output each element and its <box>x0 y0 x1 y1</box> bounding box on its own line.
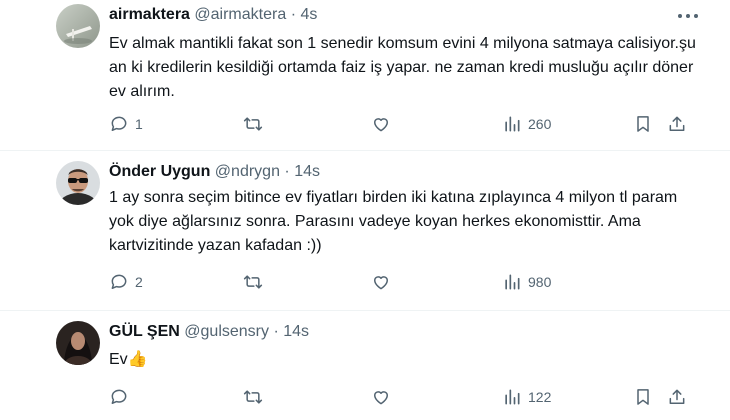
views-icon <box>505 274 520 290</box>
tweet[interactable]: GÜL ŞEN @gulsensry · 14s Ev👍 122 <box>0 311 730 420</box>
like-button[interactable] <box>371 270 397 294</box>
tweet[interactable]: Önder Uygun @ndrygn · 14s 1 ay sonra seç… <box>0 151 730 310</box>
tweet-header: GÜL ŞEN @gulsensry · 14s <box>109 321 309 343</box>
views-count: 260 <box>528 116 552 132</box>
share-icon <box>669 389 685 404</box>
action-bar: 1 260 <box>109 112 699 136</box>
reply-button[interactable] <box>109 385 135 409</box>
bookmark-button[interactable] <box>633 112 653 136</box>
views-button[interactable]: 980 <box>502 270 551 294</box>
retweet-icon <box>243 275 263 289</box>
bookmark-button[interactable] <box>633 385 653 409</box>
views-count: 980 <box>528 274 552 290</box>
retweet-icon <box>243 390 263 404</box>
display-name[interactable]: GÜL ŞEN <box>109 323 180 340</box>
reply-count: 1 <box>135 116 143 132</box>
timestamp[interactable]: 14s <box>283 323 309 340</box>
dot-separator: · <box>273 323 279 340</box>
reply-button[interactable]: 2 <box>109 270 143 294</box>
views-icon <box>505 116 520 132</box>
retweet-button[interactable] <box>243 112 269 136</box>
tweet-header: Önder Uygun @ndrygn · 14s <box>109 161 320 183</box>
avatar[interactable] <box>56 161 100 205</box>
share-icon <box>669 116 685 131</box>
retweet-button[interactable] <box>243 385 269 409</box>
tweet[interactable]: airmaktera @airmaktera · 4s Ev almak man… <box>0 0 730 150</box>
heart-icon <box>374 118 388 132</box>
bookmark-icon <box>637 116 649 132</box>
reply-count: 2 <box>135 274 143 290</box>
tweet-text: Ev👍 <box>109 351 148 368</box>
heart-icon <box>374 391 388 405</box>
retweet-button[interactable] <box>243 270 269 294</box>
like-button[interactable] <box>371 112 397 136</box>
tweet-header: airmaktera @airmaktera · 4s <box>109 4 317 26</box>
tweet-text: 1 ay sonra seçim bitince ev fiyatları bi… <box>109 189 678 254</box>
timestamp[interactable]: 4s <box>300 6 317 23</box>
views-button[interactable]: 122 <box>502 385 551 409</box>
tweet-text: Ev almak mantikli fakat son 1 senedir ko… <box>109 35 696 100</box>
bookmark-icon <box>637 389 649 405</box>
views-icon <box>505 389 520 405</box>
reply-icon <box>111 274 127 289</box>
reply-icon <box>111 116 127 131</box>
avatar[interactable] <box>56 4 100 48</box>
views-count: 122 <box>528 389 552 405</box>
share-button[interactable] <box>667 112 687 136</box>
display-name[interactable]: Önder Uygun <box>109 163 210 180</box>
user-handle[interactable]: @ndrygn <box>215 163 280 180</box>
like-button[interactable] <box>371 385 397 409</box>
display-name[interactable]: airmaktera <box>109 6 190 23</box>
heart-icon <box>374 276 388 290</box>
reply-icon <box>111 389 127 404</box>
retweet-icon <box>243 117 263 131</box>
share-button[interactable] <box>667 385 687 409</box>
timestamp[interactable]: 14s <box>294 163 320 180</box>
views-button[interactable]: 260 <box>502 112 551 136</box>
dot-separator: · <box>284 163 290 180</box>
reply-button[interactable]: 1 <box>109 112 143 136</box>
dot-separator: · <box>290 6 297 23</box>
action-bar: 122 <box>109 385 699 409</box>
action-bar: 2 980 <box>109 270 699 294</box>
avatar[interactable] <box>56 321 100 365</box>
user-handle[interactable]: @gulsensry <box>184 323 269 340</box>
more-icon[interactable] <box>676 6 700 26</box>
user-handle[interactable]: @airmaktera <box>194 6 286 23</box>
